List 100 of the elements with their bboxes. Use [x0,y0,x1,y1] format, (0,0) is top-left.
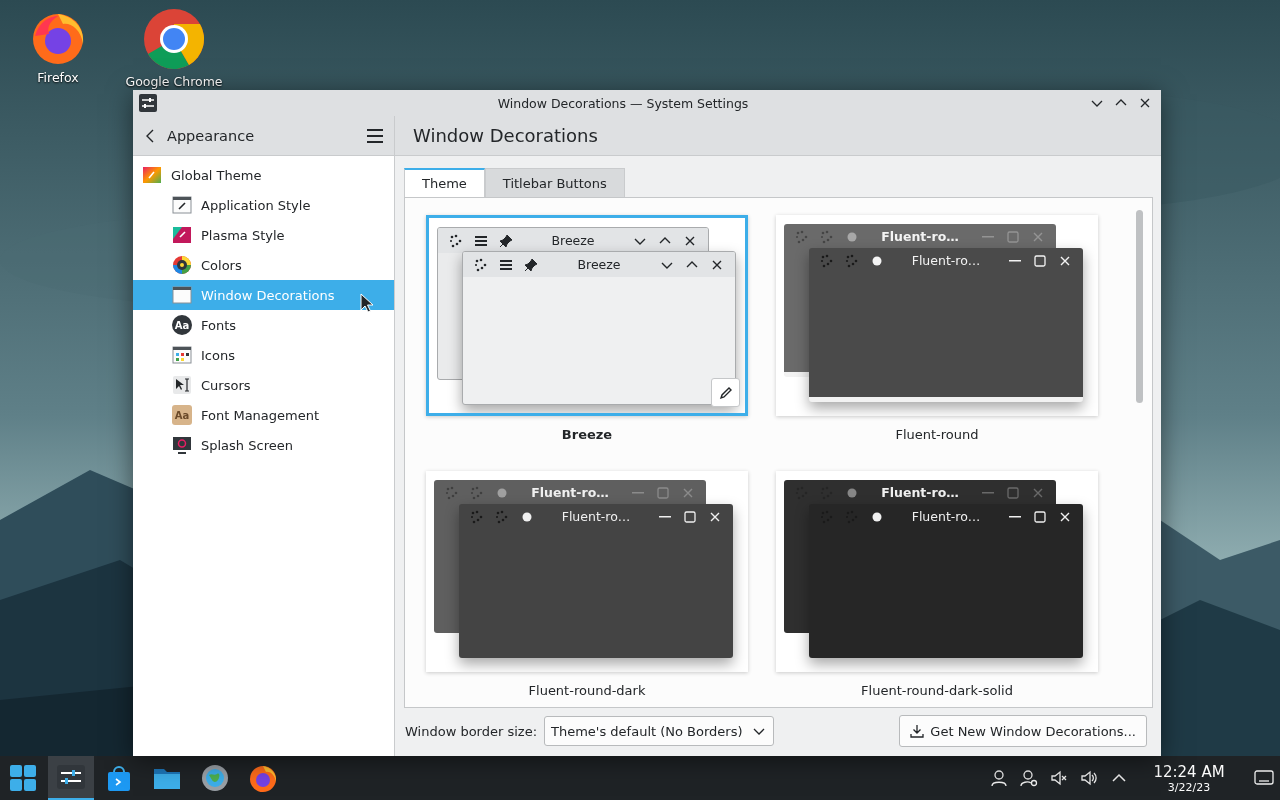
page-title: Window Decorations [413,125,598,146]
item-label: Application Style [201,197,311,213]
dot-icon [872,255,882,266]
screen-icon[interactable] [1254,769,1274,787]
preview-title: Fluent-ro… [880,229,960,244]
gear-globe-icon [200,763,230,793]
maximize-icon [1006,485,1020,500]
font-icon: Aa [172,315,192,335]
decoration-name: Fluent-round [895,427,979,442]
item-label: Global Theme [171,167,262,183]
item-label: Icons [201,347,235,363]
pin-icon [524,257,538,272]
decoration-card[interactable]: Fluent-ro… Fluent-ro… [776,471,1098,672]
dot-icon [872,511,882,522]
preview-title: Breeze [576,257,622,272]
maximize-icon [656,485,670,500]
icon-grid-icon [172,345,192,365]
dotted-arrow-icon [445,485,459,500]
dotted-arrow-icon [449,233,463,248]
minimize-icon [659,515,671,518]
maximize-icon [1033,509,1047,524]
sidebar-item[interactable]: Application Style [133,190,394,220]
start-grid-icon [8,763,38,793]
person-settings-icon[interactable] [1020,769,1038,787]
scrollbar[interactable] [1135,210,1143,403]
preview-title: Fluent-ro… [530,485,610,500]
icon-label: Google Chrome [125,74,223,89]
menu-icon [499,257,513,272]
get-new-button[interactable]: Get New Window Decorations... [899,715,1147,747]
speaker-muted-icon[interactable] [1050,769,1068,787]
speaker-icon[interactable] [1080,769,1098,787]
window-brush-icon [172,195,192,215]
dotted-arrow-icon [474,257,488,272]
dotted-arrow-icon [820,253,834,268]
menu-icon[interactable] [366,126,384,145]
sidebar-item[interactable]: Icons [133,340,394,370]
mouse-pointer-icon [360,293,374,313]
item-label: Splash Screen [201,437,293,453]
decoration-card[interactable]: Breeze Breeze [426,215,748,416]
dot-icon [847,231,857,242]
sliders-icon [56,762,86,792]
pin-icon [499,233,513,248]
dot-icon [847,487,857,498]
dot-icon [497,487,507,498]
item-label: Window Decorations [201,287,335,303]
sidebar-item[interactable]: Cursors [133,370,394,400]
sidebar-item[interactable]: Aa Font Management [133,400,394,430]
preview-title: Fluent-ro… [910,253,982,268]
sidebar-item[interactable]: Plasma Style [133,220,394,250]
item-label: Cursors [201,377,251,393]
gradient-swatch-icon [142,165,162,185]
decoration-name: Fluent-round-dark-solid [861,683,1013,698]
sidebar-item[interactable]: Global Theme [133,160,394,190]
preview-title: Breeze [550,233,596,248]
tab[interactable]: Theme [404,168,485,197]
chrome-icon [143,8,205,70]
border-size-dropdown[interactable]: Theme's default (No Borders) [544,716,774,746]
back-button[interactable]: Appearance [143,127,255,144]
person-icon[interactable] [990,769,1008,787]
minimize-icon [982,235,994,238]
maximize-icon [1006,229,1020,244]
dotted-arrow-icon [470,485,484,500]
sidebar-item[interactable]: Aa Fonts [133,310,394,340]
dotted-arrow-icon [845,253,859,268]
cursor-icon [172,375,192,395]
preview-title: Fluent-ro… [880,485,960,500]
minimize-icon [1009,515,1021,518]
minimize-icon [632,491,644,494]
minimize-icon [1009,259,1021,262]
decoration-name: Fluent-round-dark [528,683,646,698]
window-title: Window Decorations — System Settings [496,95,750,111]
sliders-icon [139,94,157,112]
decoration-name: Breeze [561,427,613,442]
monitor-icon [172,435,192,455]
sidebar-item[interactable]: Splash Screen [133,430,394,460]
preview-title: Fluent-ro… [560,509,632,524]
tab[interactable]: Titlebar Buttons [484,168,625,197]
dotted-arrow-icon [820,229,834,244]
item-label: Font Management [201,407,320,423]
preview-title: Fluent-ro… [910,509,982,524]
clock[interactable]: 12:24 AM 3/22/23 [1146,762,1232,794]
taskbar-button[interactable] [48,756,94,800]
field-label: Window border size: [405,723,538,739]
item-label: Fonts [201,317,237,333]
firefox-icon [248,763,278,793]
minimize-icon [982,491,994,494]
dotted-arrow-icon [470,509,484,524]
edit-button[interactable] [711,378,740,407]
icon-label: Firefox [37,70,79,85]
maximize-icon [1033,253,1047,268]
download-icon [910,724,925,738]
item-label: Plasma Style [201,227,285,243]
color-wheel-icon [172,255,192,275]
clock-date: 3/22/23 [1167,780,1211,794]
dot-icon [522,511,532,522]
decoration-card[interactable]: Fluent-ro… Fluent-ro… [426,471,748,672]
window-icon [172,285,192,305]
item-label: Colors [201,257,242,273]
decoration-card[interactable]: Fluent-ro… Fluent-ro… [776,215,1098,416]
sidebar-item[interactable]: Colors [133,250,394,280]
